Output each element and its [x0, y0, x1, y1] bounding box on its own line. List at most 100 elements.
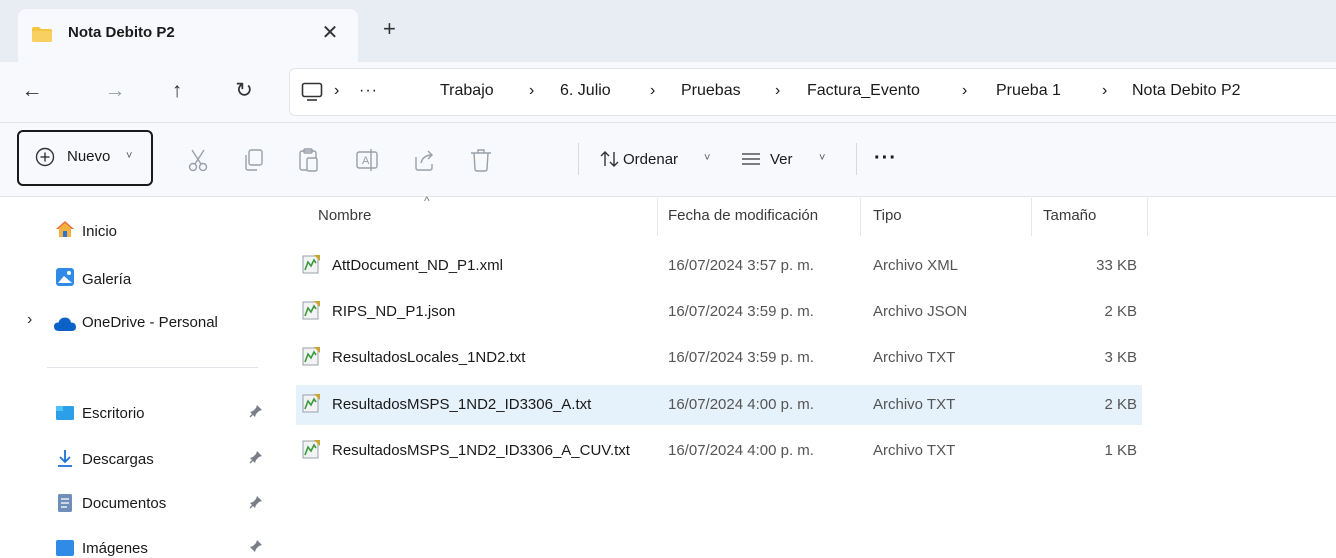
file-size: 2 KB — [1104, 396, 1137, 413]
breadcrumb-item[interactable]: 6. Julio — [560, 82, 611, 100]
home-icon — [56, 221, 74, 237]
sidebar-item-home[interactable]: Inicio — [82, 223, 117, 240]
text-file-icon — [302, 440, 320, 459]
folder-icon — [32, 27, 52, 42]
breadcrumb-item-current[interactable]: Nota Debito P2 — [1132, 82, 1241, 100]
sort-button[interactable]: Ordenar ˅ — [596, 144, 726, 174]
breadcrumb-item[interactable]: Prueba 1 — [996, 82, 1061, 100]
toolbar-divider — [856, 143, 857, 175]
navigation-pane: Inicio Galería › OneDrive - Personal Esc… — [0, 197, 275, 557]
file-date: 16/07/2024 4:00 p. m. — [668, 396, 814, 413]
column-divider[interactable] — [1031, 198, 1032, 236]
breadcrumb-item[interactable]: Pruebas — [681, 82, 741, 100]
file-type: Archivo JSON — [873, 303, 968, 320]
file-date: 16/07/2024 3:59 p. m. — [668, 303, 814, 320]
column-header-name[interactable]: Nombre — [318, 207, 371, 224]
new-button-label: Nuevo — [67, 148, 111, 165]
delete-icon[interactable] — [468, 147, 494, 173]
tab-bar: Nota Debito P2 ✕ + — [0, 0, 1336, 62]
sidebar-item-onedrive[interactable]: OneDrive - Personal — [82, 314, 218, 331]
text-file-icon — [302, 301, 320, 320]
view-label: Ver — [770, 151, 793, 168]
forward-button[interactable]: → — [100, 76, 130, 106]
paste-icon[interactable] — [296, 147, 322, 173]
gallery-icon — [56, 268, 74, 286]
more-options-button[interactable]: ··· — [874, 147, 897, 170]
up-button[interactable]: ↑ — [162, 76, 192, 106]
expand-chevron-icon[interactable]: › — [27, 311, 32, 329]
column-divider[interactable] — [860, 198, 861, 236]
cut-icon[interactable] — [185, 147, 211, 173]
file-size: 1 KB — [1104, 442, 1137, 459]
sidebar-item-gallery[interactable]: Galería — [82, 271, 131, 288]
file-type: Archivo XML — [873, 257, 959, 274]
text-file-icon — [302, 347, 320, 366]
breadcrumb-separator: › — [962, 82, 968, 99]
breadcrumb-separator: › — [775, 82, 781, 99]
column-header-date[interactable]: Fecha de modificación — [668, 207, 818, 224]
close-tab-button[interactable]: ✕ — [318, 21, 342, 45]
documents-icon — [58, 494, 72, 512]
file-name: AttDocument_ND_P1.xml — [332, 257, 503, 274]
file-row-selected[interactable]: ResultadosMSPS_1ND2_ID3306_A.txt 16/07/2… — [296, 385, 1142, 425]
sidebar-item-downloads[interactable]: Descargas — [82, 451, 154, 468]
file-row[interactable]: RIPS_ND_P1.json 16/07/2024 3:59 p. m. Ar… — [296, 292, 1142, 332]
new-button[interactable]: Nuevo ˅ — [17, 130, 153, 186]
text-file-icon — [302, 255, 320, 274]
column-header-size[interactable]: Tamaño — [1043, 207, 1096, 224]
tab-title: Nota Debito P2 — [68, 24, 175, 41]
pin-icon[interactable] — [249, 495, 263, 509]
file-name: ResultadosLocales_1ND2.txt — [332, 349, 526, 366]
sidebar-item-documents[interactable]: Documentos — [82, 495, 166, 512]
file-row[interactable]: ResultadosLocales_1ND2.txt 16/07/2024 3:… — [296, 338, 1142, 378]
file-type: Archivo TXT — [873, 442, 956, 459]
rename-icon[interactable]: A — [354, 147, 380, 173]
breadcrumb-separator: › — [529, 82, 535, 99]
view-list-icon — [742, 153, 760, 165]
sort-ascending-icon: ^ — [424, 194, 430, 208]
pin-icon[interactable] — [249, 404, 263, 418]
chevron-down-icon: ˅ — [126, 150, 133, 162]
tab-active[interactable]: Nota Debito P2 ✕ — [18, 9, 358, 62]
cloud-icon — [54, 317, 76, 331]
file-row[interactable]: ResultadosMSPS_1ND2_ID3306_A_CUV.txt 16/… — [296, 431, 1142, 471]
file-row[interactable]: AttDocument_ND_P1.xml 16/07/2024 3:57 p.… — [296, 246, 1142, 286]
breadcrumb-more-button[interactable]: ··· — [359, 82, 378, 100]
toolbar-divider — [578, 143, 579, 175]
breadcrumb-item[interactable]: Factura_Evento — [807, 82, 920, 100]
back-button[interactable]: ← — [17, 76, 47, 106]
sort-label: Ordenar — [623, 151, 679, 168]
file-type: Archivo TXT — [873, 396, 956, 413]
refresh-button[interactable]: ↻ — [229, 76, 259, 106]
column-divider[interactable] — [1147, 198, 1148, 236]
pictures-icon — [56, 540, 74, 556]
sidebar-item-desktop[interactable]: Escritorio — [82, 405, 145, 422]
view-button[interactable]: Ver ˅ — [739, 144, 839, 174]
svg-text:A: A — [362, 155, 370, 167]
file-date: 16/07/2024 4:00 p. m. — [668, 442, 814, 459]
breadcrumb-separator: › — [1102, 82, 1108, 99]
address-bar[interactable]: › ··· Trabajo › 6. Julio › Pruebas › Fac… — [289, 68, 1336, 116]
pin-icon[interactable] — [249, 450, 263, 464]
column-header-type[interactable]: Tipo — [873, 207, 902, 224]
file-size: 2 KB — [1104, 303, 1137, 320]
file-type: Archivo TXT — [873, 349, 956, 366]
plus-circle-icon — [35, 147, 55, 167]
chevron-down-icon: ˅ — [704, 152, 711, 164]
file-name: ResultadosMSPS_1ND2_ID3306_A.txt — [332, 396, 592, 413]
sidebar-divider — [47, 367, 258, 368]
copy-icon[interactable] — [241, 147, 267, 173]
file-size: 33 KB — [1096, 257, 1137, 274]
breadcrumb-separator: › — [650, 82, 656, 99]
download-icon — [58, 450, 72, 467]
sidebar-item-pictures[interactable]: Imágenes — [82, 540, 148, 557]
navigation-bar: ← → ↑ ↻ › ··· Trabajo › 6. Julio › Prueb… — [0, 62, 1336, 123]
breadcrumb-item[interactable]: Trabajo — [440, 82, 494, 100]
file-size: 3 KB — [1104, 349, 1137, 366]
new-tab-button[interactable]: + — [383, 18, 396, 40]
column-divider[interactable] — [657, 198, 658, 236]
share-icon[interactable] — [411, 147, 437, 173]
sort-icon — [600, 151, 619, 167]
pin-icon[interactable] — [249, 539, 263, 553]
chevron-down-icon: ˅ — [819, 152, 826, 164]
